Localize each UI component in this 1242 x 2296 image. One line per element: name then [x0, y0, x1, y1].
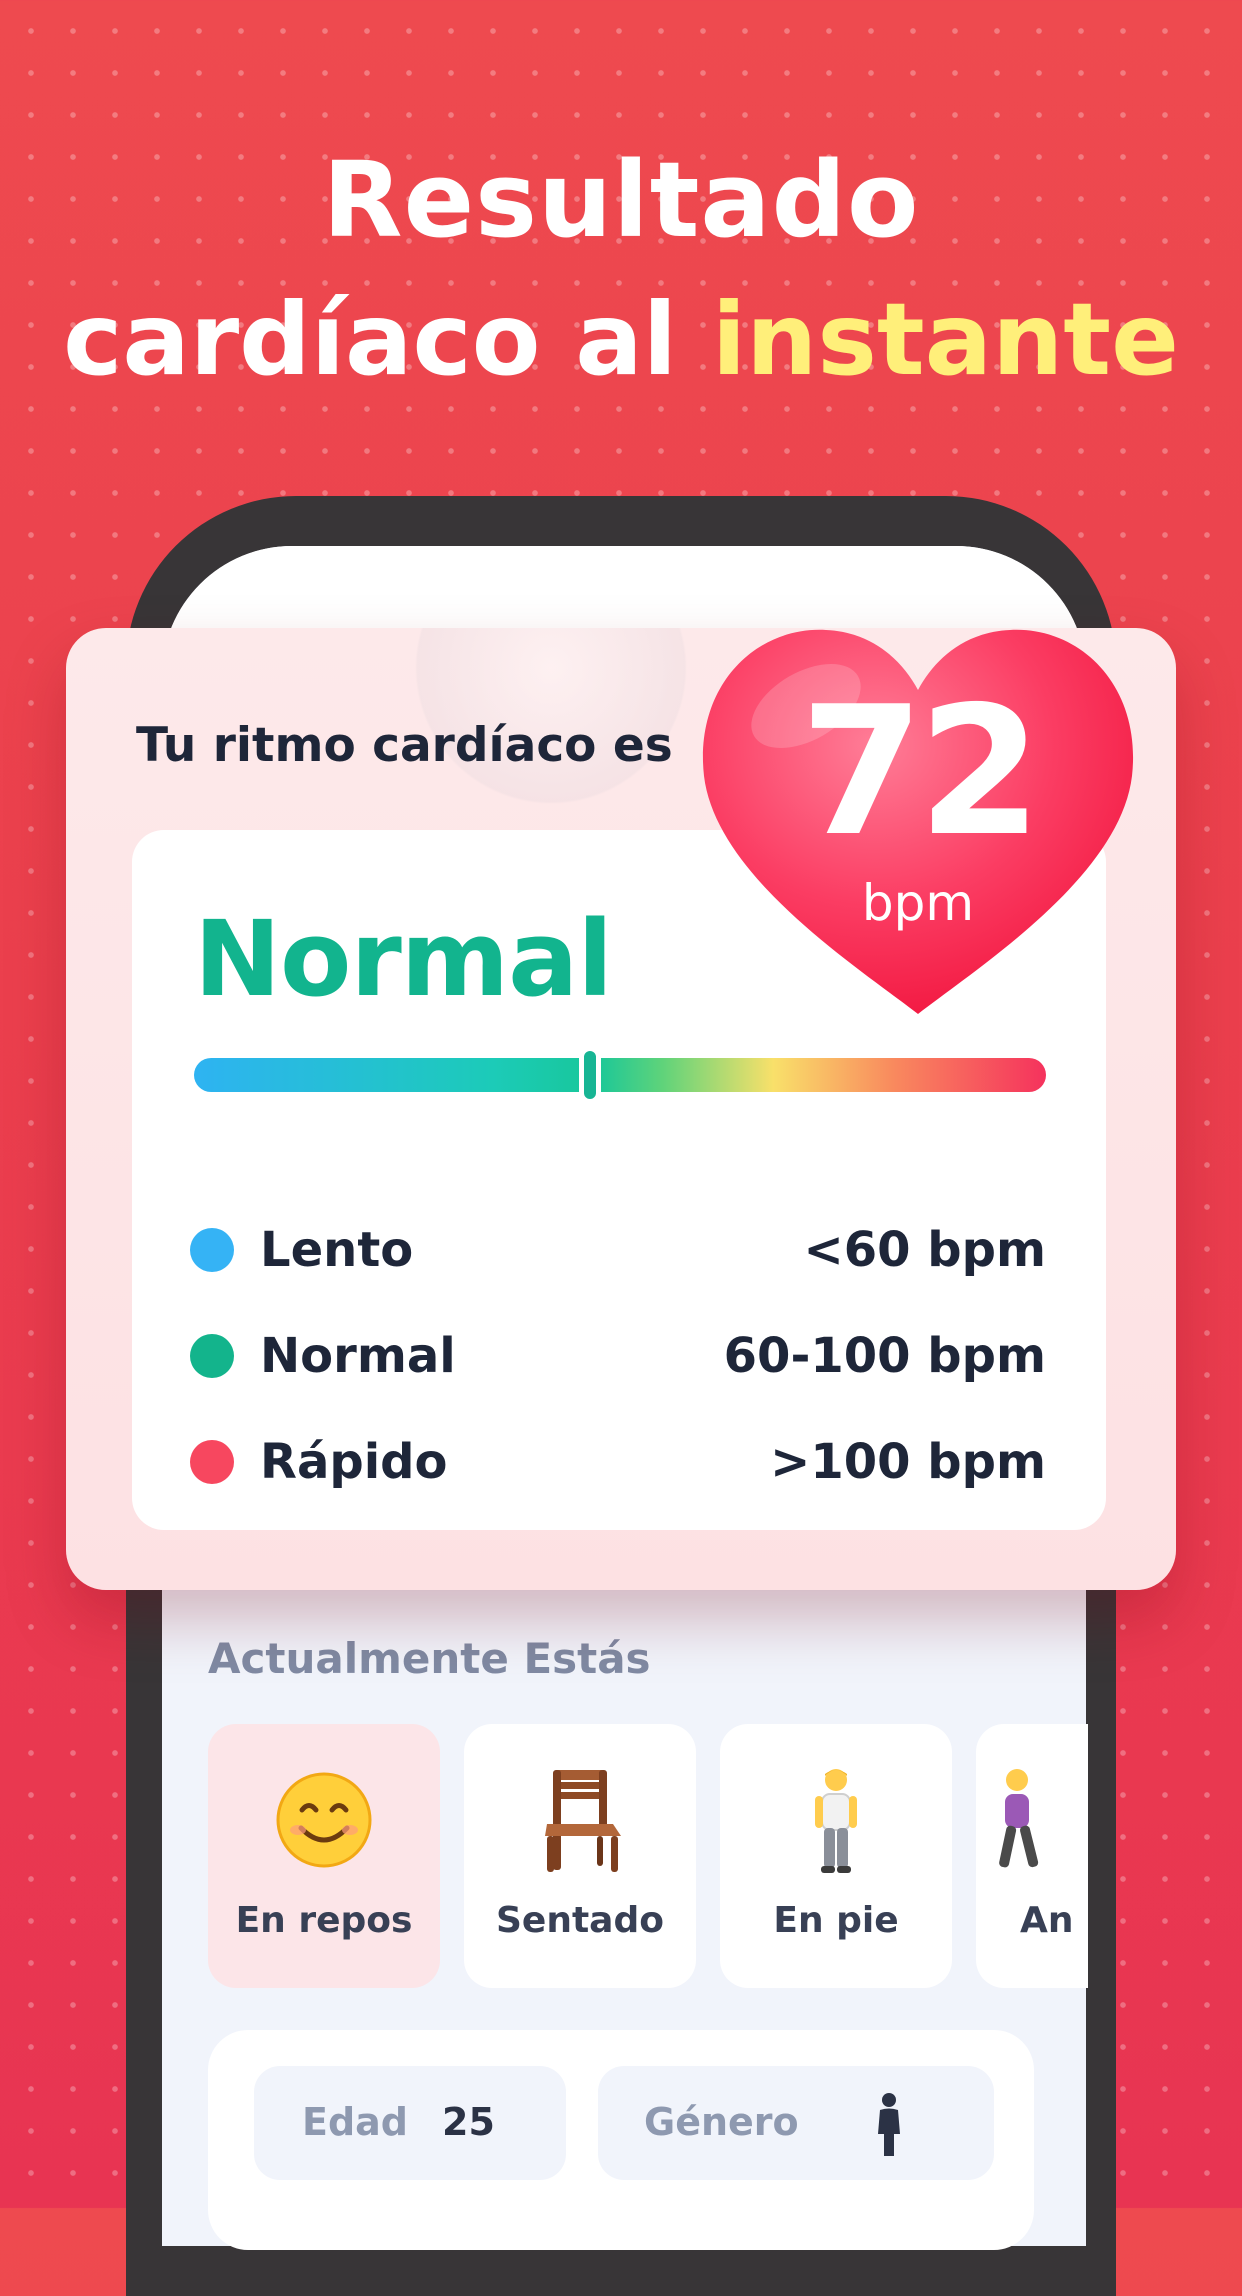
- person-icon: [874, 2092, 904, 2162]
- headline-accent: instante: [711, 281, 1179, 398]
- chair-icon: [464, 1766, 696, 1876]
- legend-range: 60-100 bpm: [723, 1328, 1046, 1384]
- heart-icon: 72 bpm: [696, 626, 1140, 1018]
- state-label: Sentado: [496, 1900, 664, 1941]
- legend-row-normal: Normal 60-100 bpm: [190, 1326, 1046, 1386]
- gender-field[interactable]: Género: [598, 2066, 994, 2180]
- age-value: 25: [442, 2100, 495, 2144]
- state-label: En pie: [773, 1900, 899, 1941]
- legend-row-fast: Rápido >100 bpm: [190, 1432, 1046, 1492]
- legend-label: Normal: [260, 1328, 456, 1384]
- walking-person-icon: [976, 1766, 1088, 1876]
- state-options: En repos Sentado En pie An: [208, 1724, 1088, 1988]
- fast-dot-icon: [190, 1440, 234, 1484]
- standing-person-icon: [720, 1766, 952, 1876]
- profile-panel: Edad 25 Género: [208, 2030, 1034, 2250]
- status-label: Normal: [194, 898, 613, 1020]
- smiling-face-icon: [208, 1766, 440, 1876]
- legend-label: Lento: [260, 1222, 414, 1278]
- headline-line-1: Resultado: [322, 139, 920, 261]
- result-title: Tu ritmo cardíaco es: [136, 718, 673, 773]
- legend-range: >100 bpm: [770, 1434, 1046, 1490]
- state-option-resting[interactable]: En repos: [208, 1724, 440, 1988]
- slow-dot-icon: [190, 1228, 234, 1272]
- headline-line-2-prefix: cardíaco al: [63, 281, 712, 398]
- heart-rate-range-bar: [194, 1058, 1046, 1092]
- age-label: Edad: [302, 2100, 409, 2144]
- headline-line-2: cardíaco al instante: [0, 270, 1242, 410]
- normal-dot-icon: [190, 1334, 234, 1378]
- gender-label: Género: [644, 2100, 799, 2144]
- state-label: En repos: [235, 1900, 413, 1941]
- current-state-title: Actualmente Estás: [208, 1634, 651, 1683]
- bpm-unit: bpm: [861, 874, 975, 932]
- legend-range: <60 bpm: [803, 1222, 1046, 1278]
- age-field[interactable]: Edad 25: [254, 2066, 566, 2180]
- legend-label: Rápido: [260, 1434, 448, 1490]
- legend-row-slow: Lento <60 bpm: [190, 1220, 1046, 1280]
- state-option-sitting[interactable]: Sentado: [464, 1724, 696, 1988]
- state-label: An: [1020, 1900, 1074, 1941]
- state-option-walking[interactable]: An: [976, 1724, 1088, 1988]
- range-marker: [579, 1046, 602, 1104]
- state-option-standing[interactable]: En pie: [720, 1724, 952, 1988]
- headline: Resultado cardíaco al instante: [0, 130, 1242, 410]
- bpm-value: 72: [800, 668, 1042, 875]
